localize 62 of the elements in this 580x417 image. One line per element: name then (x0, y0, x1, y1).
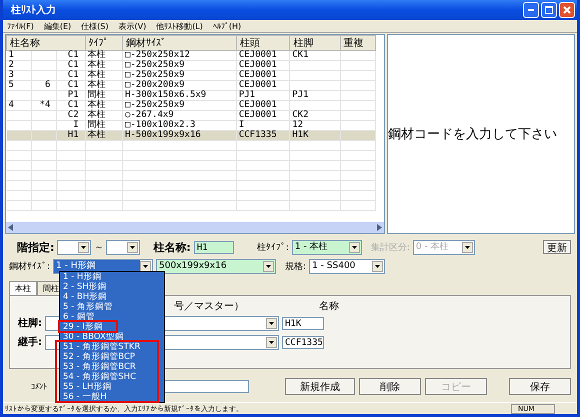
table-cell: □-250x250x9 (124, 100, 185, 110)
name-label: 柱名称: (153, 240, 191, 254)
table-cell: CEJ0001 (238, 70, 277, 80)
table-cell: PJ1 (238, 90, 256, 100)
table-cell: PJ1 (292, 90, 309, 100)
floor-label: 階指定: (17, 240, 54, 254)
table-cell: □-200x200x9 (124, 80, 185, 90)
table-cell: 12 (292, 120, 304, 130)
table-cell: I (73, 120, 79, 130)
table-cell: H-300x150x6.5x9 (124, 90, 206, 100)
table-cell: 本柱 (88, 110, 106, 120)
table-cell: P1 (68, 90, 79, 100)
total-label: 集計区分: (370, 242, 410, 254)
joint-label: 柱脚: (18, 316, 42, 330)
table-cell: 2 (8, 60, 14, 70)
preview-message: 鋼材コードを入力して下さい (388, 126, 557, 143)
table-cell: 間柱 (88, 120, 106, 130)
table-cell: C1 (68, 50, 79, 60)
table-cell: □-250x250x9 (124, 60, 185, 70)
table-cell: □-250x250x12 (124, 50, 190, 60)
table-cell: 本柱 (88, 100, 106, 110)
table-cell: 4 (8, 100, 14, 110)
table-cell: 本柱 (88, 60, 106, 70)
table-cell: CEJ0001 (238, 50, 277, 60)
table-cell: H1 (68, 130, 79, 140)
table-cell: 6 (44, 80, 50, 90)
table-cell: CEJ0001 (238, 110, 277, 120)
table-cell: 本柱 (88, 80, 106, 90)
size-label: 鋼材ｻｲｽﾞ: (9, 260, 50, 272)
table-cell: C1 (68, 80, 79, 90)
table-cell: I (238, 120, 244, 130)
table-cell: CEJ0001 (238, 100, 277, 110)
table-cell: 3 (8, 70, 14, 80)
table-cell: C1 (68, 100, 79, 110)
table-cell: C1 (68, 60, 79, 70)
table-cell: 5 (8, 80, 14, 90)
name-column-header: 名称 (319, 300, 339, 313)
table-cell: CEJ0001 (238, 60, 277, 70)
window-title: 柱ﾘｽﾄ入力 (11, 4, 57, 17)
table-cell: 本柱 (88, 70, 106, 80)
table-cell: 1 (8, 50, 14, 60)
table-cell: CK2 (292, 110, 309, 120)
group-header: 号／マスター） (174, 300, 244, 313)
table-cell: □-250x250x9 (124, 70, 185, 80)
table-cell: □-100x100x2.3 (124, 120, 196, 130)
table-cell: *4 (40, 100, 50, 110)
table-cell: H1K (292, 130, 309, 140)
comment-label: ｺﾒﾝﾄ (31, 382, 47, 391)
spec-label: 規格: (285, 260, 306, 272)
table-cell: CCF1335 (238, 130, 277, 140)
table-cell: ○-267.4x9 (124, 110, 174, 120)
table-cell: H-500x199x9x16 (124, 130, 201, 140)
type-label: 柱ﾀｲﾌﾟ: (256, 242, 289, 254)
table-cell: 間柱 (88, 90, 106, 100)
table-cell: 本柱 (88, 130, 106, 140)
table-cell: CEJ0001 (238, 80, 277, 90)
table-cell: C1 (68, 70, 79, 80)
range-separator: ～ (94, 242, 104, 254)
table-cell: C2 (68, 110, 79, 120)
table-cell: CK1 (292, 50, 309, 60)
table-cell: 本柱 (88, 50, 106, 60)
joint-label: 継手: (18, 336, 42, 349)
